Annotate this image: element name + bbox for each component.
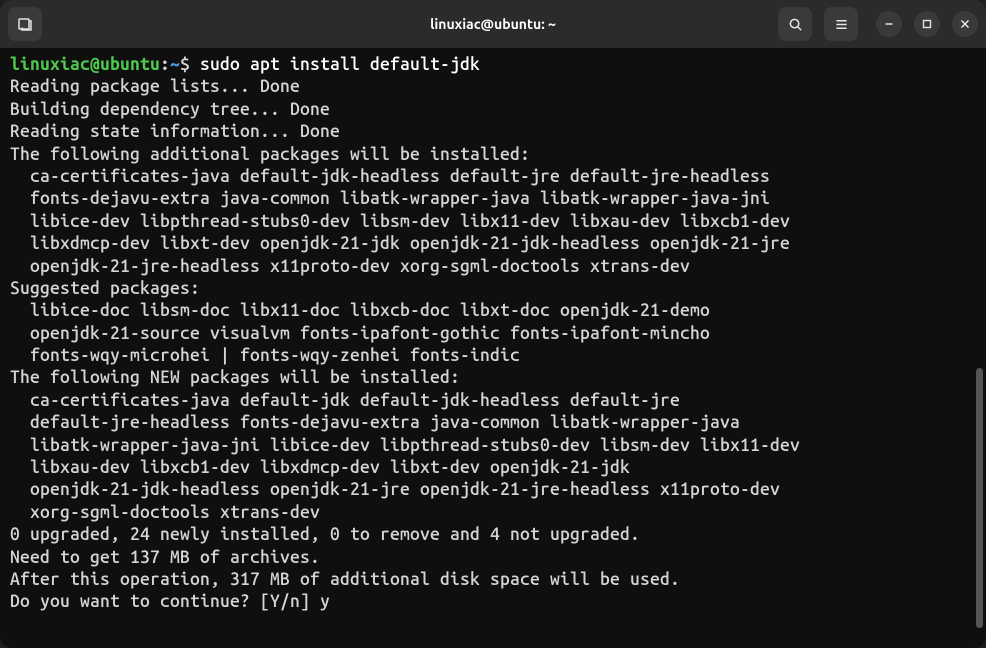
output-line: ca-certificates-java default-jdk-headles… xyxy=(10,166,976,188)
hamburger-menu-icon xyxy=(834,17,849,32)
search-button[interactable] xyxy=(778,7,812,41)
terminal-content[interactable]: linuxiac@ubuntu:~$ sudo apt install defa… xyxy=(0,48,986,648)
window-controls xyxy=(876,11,978,37)
close-button[interactable] xyxy=(952,11,978,37)
output-line: Suggested packages: xyxy=(10,278,976,300)
output-line: fonts-dejavu-extra java-common libatk-wr… xyxy=(10,188,976,210)
output-line: openjdk-21-jre-headless x11proto-dev xor… xyxy=(10,256,976,278)
output-line: After this operation, 317 MB of addition… xyxy=(10,569,976,591)
output-line: libice-dev libpthread-stubs0-dev libsm-d… xyxy=(10,211,976,233)
output-line: Building dependency tree... Done xyxy=(10,99,976,121)
output-line: Do you want to continue? [Y/n] y xyxy=(10,591,976,613)
maximize-button[interactable] xyxy=(914,11,940,37)
output-line: xorg-sgml-doctools xtrans-dev xyxy=(10,502,976,524)
output-line: default-jre-headless fonts-dejavu-extra … xyxy=(10,412,976,434)
output-line: openjdk-21-source visualvm fonts-ipafont… xyxy=(10,323,976,345)
output-line: fonts-wqy-microhei | fonts-wqy-zenhei fo… xyxy=(10,345,976,367)
prompt-sep: : xyxy=(160,55,170,74)
output-line: libxau-dev libxcb1-dev libxdmcp-dev libx… xyxy=(10,457,976,479)
output-line: Reading package lists... Done xyxy=(10,76,976,98)
output-line: libice-doc libsm-doc libx11-doc libxcb-d… xyxy=(10,300,976,322)
minimize-button[interactable] xyxy=(876,11,902,37)
minimize-icon xyxy=(884,19,894,29)
menu-button[interactable] xyxy=(824,7,858,41)
window-title: linuxiac@ubuntu: ~ xyxy=(430,16,556,32)
output-line: The following NEW packages will be insta… xyxy=(10,367,976,389)
prompt-user: linuxiac@ubuntu xyxy=(10,55,160,74)
prompt-symbol: $ xyxy=(180,55,200,74)
output-line: openjdk-21-jdk-headless openjdk-21-jre o… xyxy=(10,479,976,501)
output-line: Need to get 137 MB of archives. xyxy=(10,547,976,569)
prompt-path: ~ xyxy=(170,55,180,74)
titlebar: linuxiac@ubuntu: ~ xyxy=(0,0,986,48)
output-line: ca-certificates-java default-jdk default… xyxy=(10,390,976,412)
new-tab-icon xyxy=(17,16,33,32)
prompt-line: linuxiac@ubuntu:~$ sudo apt install defa… xyxy=(10,54,976,76)
output-line: libatk-wrapper-java-jni libice-dev libpt… xyxy=(10,435,976,457)
close-icon xyxy=(960,19,970,29)
titlebar-right xyxy=(778,7,978,41)
search-icon xyxy=(788,17,803,32)
maximize-icon xyxy=(922,19,932,29)
new-tab-button[interactable] xyxy=(8,7,42,41)
scrollbar-thumb[interactable] xyxy=(976,368,983,628)
output-line: 0 upgraded, 24 newly installed, 0 to rem… xyxy=(10,524,976,546)
output-line: libxdmcp-dev libxt-dev openjdk-21-jdk op… xyxy=(10,233,976,255)
output-line: The following additional packages will b… xyxy=(10,144,976,166)
terminal-window: linuxiac@ubuntu: ~ xyxy=(0,0,986,648)
titlebar-left xyxy=(8,7,42,41)
output-line: Reading state information... Done xyxy=(10,121,976,143)
command-text: sudo apt install default-jdk xyxy=(200,55,480,74)
